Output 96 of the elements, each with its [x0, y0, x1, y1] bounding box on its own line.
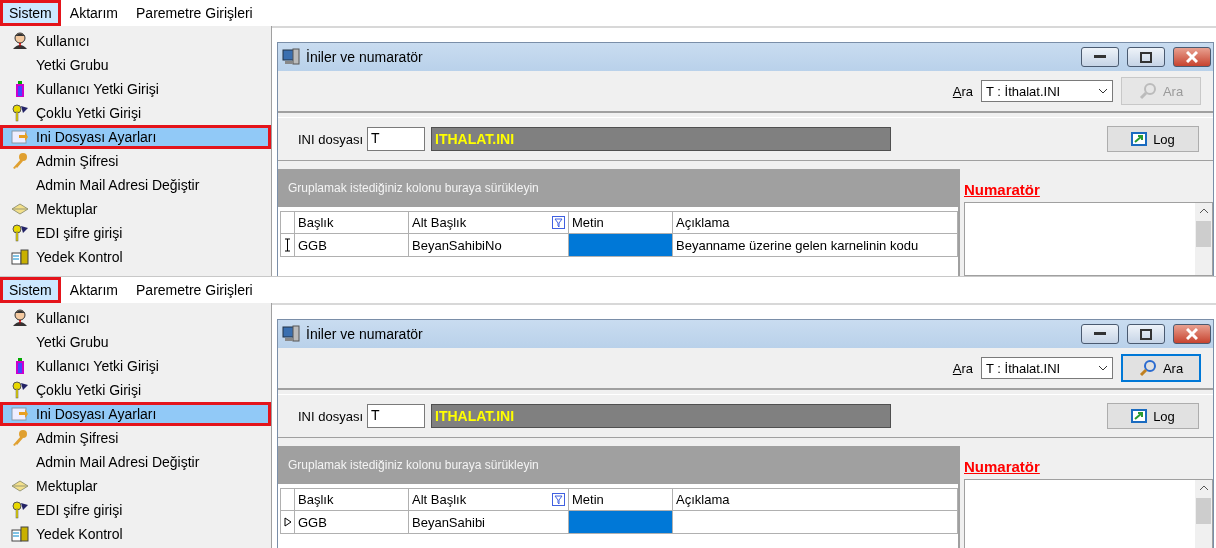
menu-item[interactable]: Mektuplar — [0, 197, 271, 221]
key-icon — [10, 501, 29, 519]
key-icon — [10, 224, 29, 242]
backup-icon — [10, 248, 29, 266]
menu-bar-item[interactable]: Sistem — [0, 0, 61, 26]
section-title: Numaratör — [964, 458, 1041, 475]
maximize-button[interactable] — [1127, 47, 1165, 67]
key-icon — [10, 429, 29, 447]
window-title: İniler ve numaratör — [306, 49, 424, 65]
maximize-icon — [1140, 51, 1152, 63]
close-icon — [1186, 51, 1198, 63]
search-dropdown[interactable]: T : İthalat.INI — [981, 357, 1113, 379]
column-header[interactable]: Alt Başlık — [409, 488, 569, 511]
search-icon — [1138, 359, 1157, 377]
menu-item[interactable]: Çoklu Yetki Girişi — [0, 101, 271, 125]
menu-item[interactable]: Kullanıcı Yetki Girişi — [0, 77, 271, 101]
menu-item[interactable]: Kullanıcı Yetki Girişi — [0, 354, 271, 378]
log-icon — [1131, 132, 1148, 146]
menu-item[interactable]: Admin Şifresi — [0, 149, 271, 173]
menu-item[interactable]: Admin Mail Adresi Değiştir — [0, 173, 271, 197]
menu-item[interactable]: Kullanıcı — [0, 306, 271, 330]
scrollbar[interactable] — [1195, 480, 1212, 548]
column-header[interactable]: Başlık — [295, 211, 409, 234]
menu-item[interactable]: Ini Dosyası Ayarları — [0, 402, 271, 426]
minimize-button[interactable] — [1081, 47, 1119, 67]
log-button[interactable]: Log — [1107, 403, 1199, 429]
log-button[interactable]: Log — [1107, 126, 1199, 152]
filter-icon[interactable] — [552, 216, 565, 229]
column-header[interactable]: Açıklama — [673, 488, 958, 511]
computer-icon — [282, 48, 300, 66]
section-title: Numaratör — [964, 181, 1041, 198]
minimize-icon — [1094, 332, 1106, 336]
menu-bar-item[interactable]: Paremetre Girişleri — [127, 277, 262, 303]
menu-item[interactable]: Ini Dosyası Ayarları — [0, 125, 271, 149]
close-icon — [1186, 328, 1198, 340]
ini-file-field[interactable]: T — [367, 127, 426, 151]
menu-item[interactable]: EDI şifre girişi — [0, 498, 271, 522]
menu-item[interactable]: Admin Mail Adresi Değiştir — [0, 450, 271, 474]
minimize-button[interactable] — [1081, 324, 1119, 344]
scroll-up-icon[interactable] — [1198, 207, 1209, 215]
table-cell: BeyanSahibi — [409, 511, 569, 534]
group-by-area: Gruplamak istediğiniz kolonu buraya sürükleyin — [278, 446, 958, 484]
column-header[interactable]: Alt Başlık — [409, 211, 569, 234]
search-label: Ara — [952, 360, 973, 376]
settings-file-icon — [10, 128, 29, 146]
menu-item[interactable]: Mektuplar — [0, 474, 271, 498]
menu-bar-item[interactable]: Aktarım — [60, 0, 128, 26]
maximize-button[interactable] — [1127, 324, 1165, 344]
group-by-area: Gruplamak istediğiniz kolonu buraya sürükleyin — [278, 169, 958, 207]
column-header[interactable]: Metin — [569, 211, 673, 234]
maximize-icon — [1140, 328, 1152, 340]
log-icon — [1131, 409, 1148, 423]
menu-item[interactable]: Yedek Kontrol — [0, 245, 271, 269]
search-icon — [1138, 82, 1157, 100]
menu-item[interactable]: Kullanıcı — [0, 29, 271, 53]
backup-icon — [10, 525, 29, 543]
table-cell: Beyanname üzerine gelen karnelinin kodu — [673, 234, 958, 257]
chevron-down-icon — [1098, 365, 1108, 371]
scrollbar[interactable] — [1195, 203, 1212, 275]
ini-file-label: INI dosyası — [298, 131, 364, 147]
menu-item[interactable]: EDI şifre girişi — [0, 221, 271, 245]
ini-file-label: INI dosyası — [298, 408, 364, 424]
menu-bar-item[interactable]: Sistem — [0, 277, 61, 303]
search-label: Ara — [952, 83, 973, 99]
table-cell: BeyanSahibiNo — [409, 234, 569, 257]
ini-file-name: ITHALAT.INI — [431, 127, 892, 151]
minimize-icon — [1094, 55, 1106, 59]
menu-item[interactable]: Yetki Grubu — [0, 330, 271, 354]
row-indicator-cell[interactable] — [280, 511, 295, 534]
table-cell: GGB — [295, 234, 409, 257]
settings-file-icon — [10, 405, 29, 423]
menu-bar-item[interactable]: Aktarım — [60, 277, 128, 303]
search-button[interactable]: Ara — [1121, 354, 1201, 382]
menu-item[interactable]: Admin Şifresi — [0, 426, 271, 450]
key-icon — [10, 104, 29, 122]
ini-file-name: ITHALAT.INI — [431, 404, 892, 428]
menu-item[interactable]: Yetki Grubu — [0, 53, 271, 77]
column-header[interactable]: Başlık — [295, 488, 409, 511]
scroll-up-icon[interactable] — [1198, 484, 1209, 492]
menu-bar-item[interactable]: Paremetre Girişleri — [127, 0, 262, 26]
column-header[interactable]: Açıklama — [673, 211, 958, 234]
close-button[interactable] — [1173, 324, 1211, 344]
ini-file-field[interactable]: T — [367, 404, 426, 428]
close-button[interactable] — [1173, 47, 1211, 67]
key-icon — [10, 152, 29, 170]
column-header[interactable]: Metin — [569, 488, 673, 511]
menu-item[interactable]: Yedek Kontrol — [0, 522, 271, 546]
window-title: İniler ve numaratör — [306, 326, 424, 342]
menu-item[interactable]: Çoklu Yetki Girişi — [0, 378, 271, 402]
row-indicator-cell[interactable] — [280, 234, 295, 257]
key-icon — [10, 381, 29, 399]
search-dropdown[interactable]: T : İthalat.INI — [981, 80, 1113, 102]
computer-icon — [282, 325, 300, 343]
chevron-down-icon — [1098, 88, 1108, 94]
filter-icon[interactable] — [552, 493, 565, 506]
table-cell: GGB — [295, 511, 409, 534]
